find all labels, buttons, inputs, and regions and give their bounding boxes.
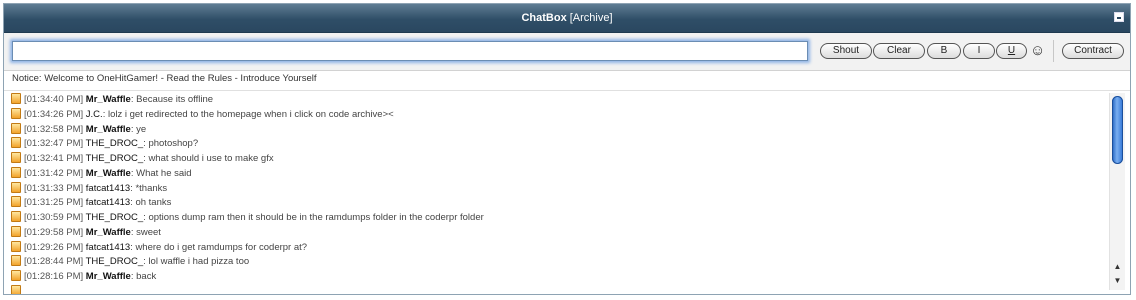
chatbox-title: ChatBox [Archive]	[4, 4, 1130, 32]
message-text: : lol waffle i had pizza too	[143, 256, 250, 268]
chatbox-titlebar: ChatBox [Archive]	[4, 4, 1130, 33]
chatbox-title-text: ChatBox	[521, 12, 567, 24]
scroll-down-icon[interactable]: ▼	[1112, 275, 1123, 287]
message-username[interactable]: Mr_Waffle	[86, 271, 131, 282]
smiley-icon[interactable]: ☺	[1030, 42, 1045, 60]
message-username[interactable]: Mr_Waffle	[86, 124, 131, 135]
shout-toolbar: Shout Clear B I U ☺ Contract	[4, 33, 1130, 71]
message-time: [01:30:59 PM]	[24, 212, 84, 223]
message-icon	[11, 152, 21, 163]
message-icon	[11, 225, 21, 237]
scroll-up-icon[interactable]: ▲	[1112, 261, 1123, 273]
collapse-icon[interactable]	[1114, 12, 1124, 22]
shout-input[interactable]	[12, 41, 808, 61]
message-text: : lolz i get redirected to the homepage …	[102, 108, 394, 120]
message-text: : sweet	[130, 226, 161, 238]
message-text: : What he said	[130, 167, 192, 179]
message-time: [01:29:58 PM]	[24, 226, 84, 238]
message-icon	[11, 181, 21, 193]
message-text: : where do i get ramdumps for coderpr at…	[130, 241, 308, 253]
message-username[interactable]: fatcat1413	[86, 242, 130, 253]
message-row: [01:31:25 PM] fatcat1413: oh tanks	[11, 196, 1104, 211]
message-username[interactable]: Mr_Waffle	[86, 168, 131, 179]
message-username[interactable]: THE_DROC_	[86, 138, 144, 149]
message-text: : back	[130, 271, 157, 282]
message-username[interactable]: J.C.	[86, 109, 103, 120]
message-row: [01:28:16 PM] Mr_Waffle: back	[11, 270, 1104, 285]
message-time: [01:31:25 PM]	[24, 197, 84, 209]
scroll-thumb[interactable]	[1112, 96, 1123, 164]
notice-text: Notice: Welcome to OneHitGamer! - Read t…	[12, 73, 317, 84]
chatbox-panel: ChatBox [Archive] Shout Clear B I U ☺ Con…	[3, 3, 1131, 295]
message-row: [01:32:47 PM] THE_DROC_: photoshop?	[11, 137, 1104, 152]
message-icon	[11, 196, 21, 208]
divider	[4, 90, 1130, 91]
message-text: : photoshop?	[143, 138, 199, 150]
toolbar-separator	[1053, 40, 1054, 62]
message-time: [01:29:26 PM]	[24, 241, 84, 253]
message-list: [01:34:40 PM] Mr_Waffle: Because its off…	[11, 93, 1104, 294]
message-row: [01:34:26 PM] J.C.: lolz i get redirecte…	[11, 107, 1104, 123]
message-icon	[11, 107, 21, 119]
message-time: [01:34:26 PM]	[24, 108, 84, 120]
message-row: [01:28:44 PM] THE_DROC_: lol waffle i ha…	[11, 255, 1104, 270]
message-time: [01:31:33 PM]	[24, 182, 84, 194]
message-text: : oh tanks	[130, 197, 172, 209]
message-time: [01:31:42 PM]	[24, 167, 84, 179]
message-username[interactable]: THE_DROC_	[86, 212, 144, 223]
message-time: [01:28:44 PM]	[24, 256, 84, 268]
message-time: [01:32:47 PM]	[24, 138, 84, 150]
message-icon	[11, 122, 21, 134]
message-time: [01:32:58 PM]	[24, 123, 84, 135]
message-time: [01:32:41 PM]	[24, 153, 84, 164]
message-row-partial	[11, 284, 1104, 294]
message-username[interactable]: THE_DROC_	[86, 256, 144, 267]
message-text: : *thanks	[130, 182, 168, 194]
message-username[interactable]: fatcat1413	[86, 183, 130, 194]
contract-button[interactable]: Contract	[1062, 43, 1124, 59]
message-row: [01:31:33 PM] fatcat1413: *thanks	[11, 181, 1104, 197]
message-row: [01:31:42 PM] Mr_Waffle: What he said	[11, 166, 1104, 182]
message-icon	[11, 270, 21, 281]
archive-link[interactable]: [Archive]	[570, 12, 613, 24]
message-time: [01:34:40 PM]	[24, 94, 84, 105]
message-row: [01:29:58 PM] Mr_Waffle: sweet	[11, 225, 1104, 241]
italic-button[interactable]: I	[963, 43, 995, 59]
message-row: [01:34:40 PM] Mr_Waffle: Because its off…	[11, 93, 1104, 108]
underline-button[interactable]: U	[996, 43, 1027, 59]
message-username[interactable]: THE_DROC_	[86, 153, 144, 164]
message-username[interactable]: Mr_Waffle	[86, 94, 131, 105]
message-row: [01:32:41 PM] THE_DROC_: what should i u…	[11, 152, 1104, 167]
message-text: : Because its offline	[130, 94, 214, 105]
message-icon	[11, 284, 21, 294]
message-username[interactable]: Mr_Waffle	[86, 227, 131, 238]
message-icon	[11, 240, 21, 252]
message-text: : options dump ram then it should be in …	[143, 212, 484, 223]
message-row: [01:30:59 PM] THE_DROC_: options dump ra…	[11, 211, 1104, 226]
clear-button[interactable]: Clear	[873, 43, 925, 59]
shout-button[interactable]: Shout	[820, 43, 872, 59]
message-icon	[11, 211, 21, 222]
message-text: : what should i use to make gfx	[143, 153, 274, 164]
message-icon	[11, 93, 21, 104]
message-time: [01:28:16 PM]	[24, 271, 84, 282]
message-icon	[11, 137, 21, 149]
message-row: [01:29:26 PM] fatcat1413: where do i get…	[11, 240, 1104, 256]
message-username[interactable]: fatcat1413	[86, 197, 130, 208]
message-icon	[11, 166, 21, 178]
message-icon	[11, 255, 21, 267]
message-text: : ye	[130, 123, 147, 135]
message-scrollbar[interactable]: ▲ ▼	[1109, 93, 1125, 290]
message-row: [01:32:58 PM] Mr_Waffle: ye	[11, 122, 1104, 138]
bold-button[interactable]: B	[927, 43, 961, 59]
